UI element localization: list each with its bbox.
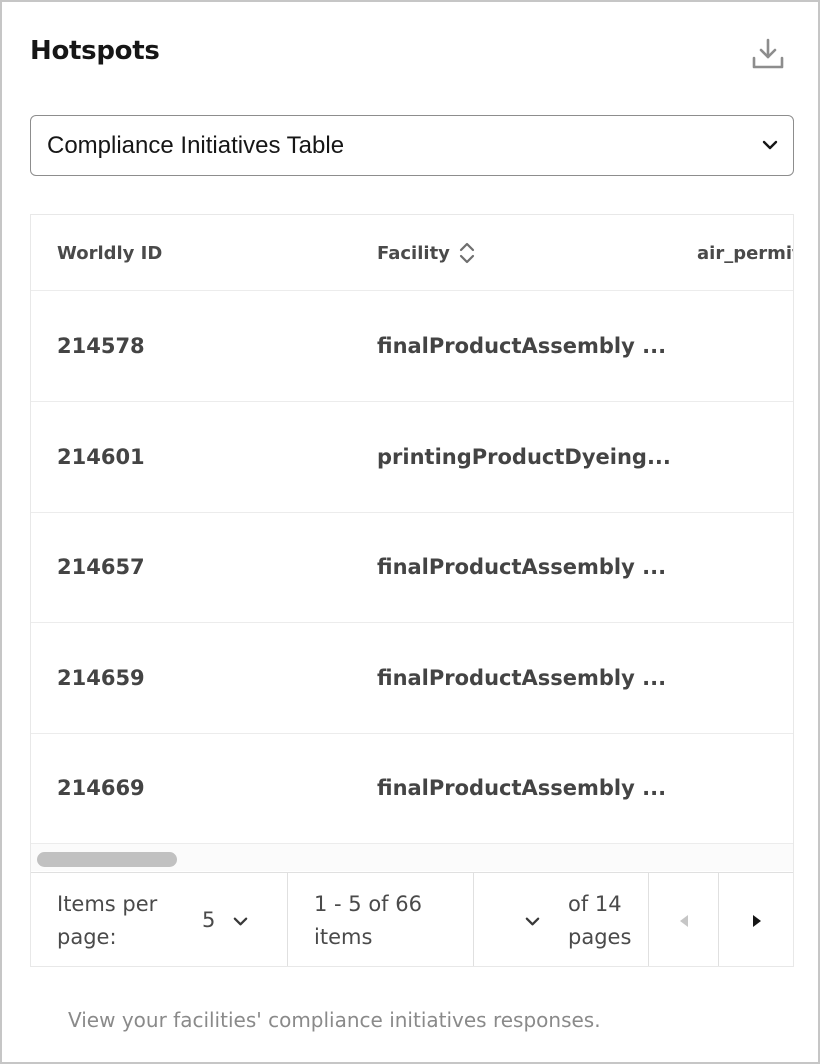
hotspots-card: Hotspots Compliance Initiatives Table Wo… bbox=[0, 0, 820, 1064]
card-title: Hotspots bbox=[30, 36, 160, 66]
cell-facility: finalProductAssembly ... bbox=[377, 666, 667, 690]
previous-page-button-inner bbox=[649, 873, 718, 966]
column-header-worldly-id: Worldly ID bbox=[57, 242, 163, 264]
cell-worldly-id: 214578 bbox=[57, 334, 145, 358]
items-per-page-select[interactable]: 5 bbox=[202, 904, 215, 937]
horizontal-scrollbar[interactable] bbox=[31, 843, 793, 871]
table-row[interactable]: 214601 printingProductDyeing... bbox=[31, 402, 793, 513]
cell-facility: finalProductAssembly ... bbox=[377, 555, 667, 579]
column-header-air-permit: air_permit bbox=[697, 242, 794, 264]
items-per-page-section: Items per page: 5 bbox=[31, 873, 288, 966]
chevron-down-icon[interactable] bbox=[524, 913, 541, 930]
compliance-table: Worldly ID Facility air_permit 214578 fi… bbox=[30, 214, 794, 967]
items-per-page-label: Items per page: bbox=[57, 892, 158, 949]
download-icon bbox=[752, 38, 784, 69]
cell-worldly-id: 214659 bbox=[57, 666, 145, 690]
table-header: Worldly ID Facility air_permit bbox=[31, 215, 794, 291]
total-pages-text: of 14 pages bbox=[568, 892, 632, 949]
cell-facility: printingProductDyeing... bbox=[377, 445, 671, 469]
caret-left-icon bbox=[679, 915, 688, 927]
cell-worldly-id: 214669 bbox=[57, 776, 145, 800]
card-description: View your facilities' compliance initiat… bbox=[68, 1008, 601, 1032]
report-select[interactable]: Compliance Initiatives Table bbox=[30, 115, 794, 176]
cell-worldly-id: 214601 bbox=[57, 445, 145, 469]
download-button[interactable] bbox=[748, 34, 788, 74]
previous-page-button[interactable] bbox=[649, 873, 719, 966]
cell-facility: finalProductAssembly ... bbox=[377, 776, 667, 800]
cell-worldly-id: 214657 bbox=[57, 555, 145, 579]
column-header-facility-label: Facility bbox=[377, 242, 450, 264]
chevron-down-icon bbox=[762, 140, 778, 150]
table-row[interactable]: 214657 finalProductAssembly ... bbox=[31, 512, 793, 623]
next-page-button[interactable] bbox=[719, 873, 793, 966]
chevron-down-icon[interactable] bbox=[232, 913, 249, 930]
table-row[interactable]: 214578 finalProductAssembly ... bbox=[31, 291, 793, 402]
caret-right-icon bbox=[753, 915, 761, 927]
page-select-section: of 14 pages bbox=[474, 873, 649, 966]
pagination: Items per page: 5 1 - 5 of 66 items of 1… bbox=[31, 872, 793, 966]
column-header-facility[interactable]: Facility bbox=[377, 215, 476, 291]
report-select-value: Compliance Initiatives Table bbox=[47, 131, 345, 159]
next-page-button-inner bbox=[719, 873, 793, 966]
item-range-text: 1 - 5 of 66 items bbox=[314, 892, 422, 949]
item-range-section: 1 - 5 of 66 items bbox=[288, 873, 474, 966]
cell-facility: finalProductAssembly ... bbox=[377, 334, 667, 358]
horizontal-scrollbar-thumb[interactable] bbox=[37, 852, 177, 867]
table-row[interactable]: 214659 finalProductAssembly ... bbox=[31, 623, 793, 734]
sort-icon[interactable] bbox=[458, 241, 476, 265]
table-row[interactable]: 214669 finalProductAssembly ... bbox=[31, 733, 793, 844]
card-header: Hotspots bbox=[30, 32, 792, 80]
